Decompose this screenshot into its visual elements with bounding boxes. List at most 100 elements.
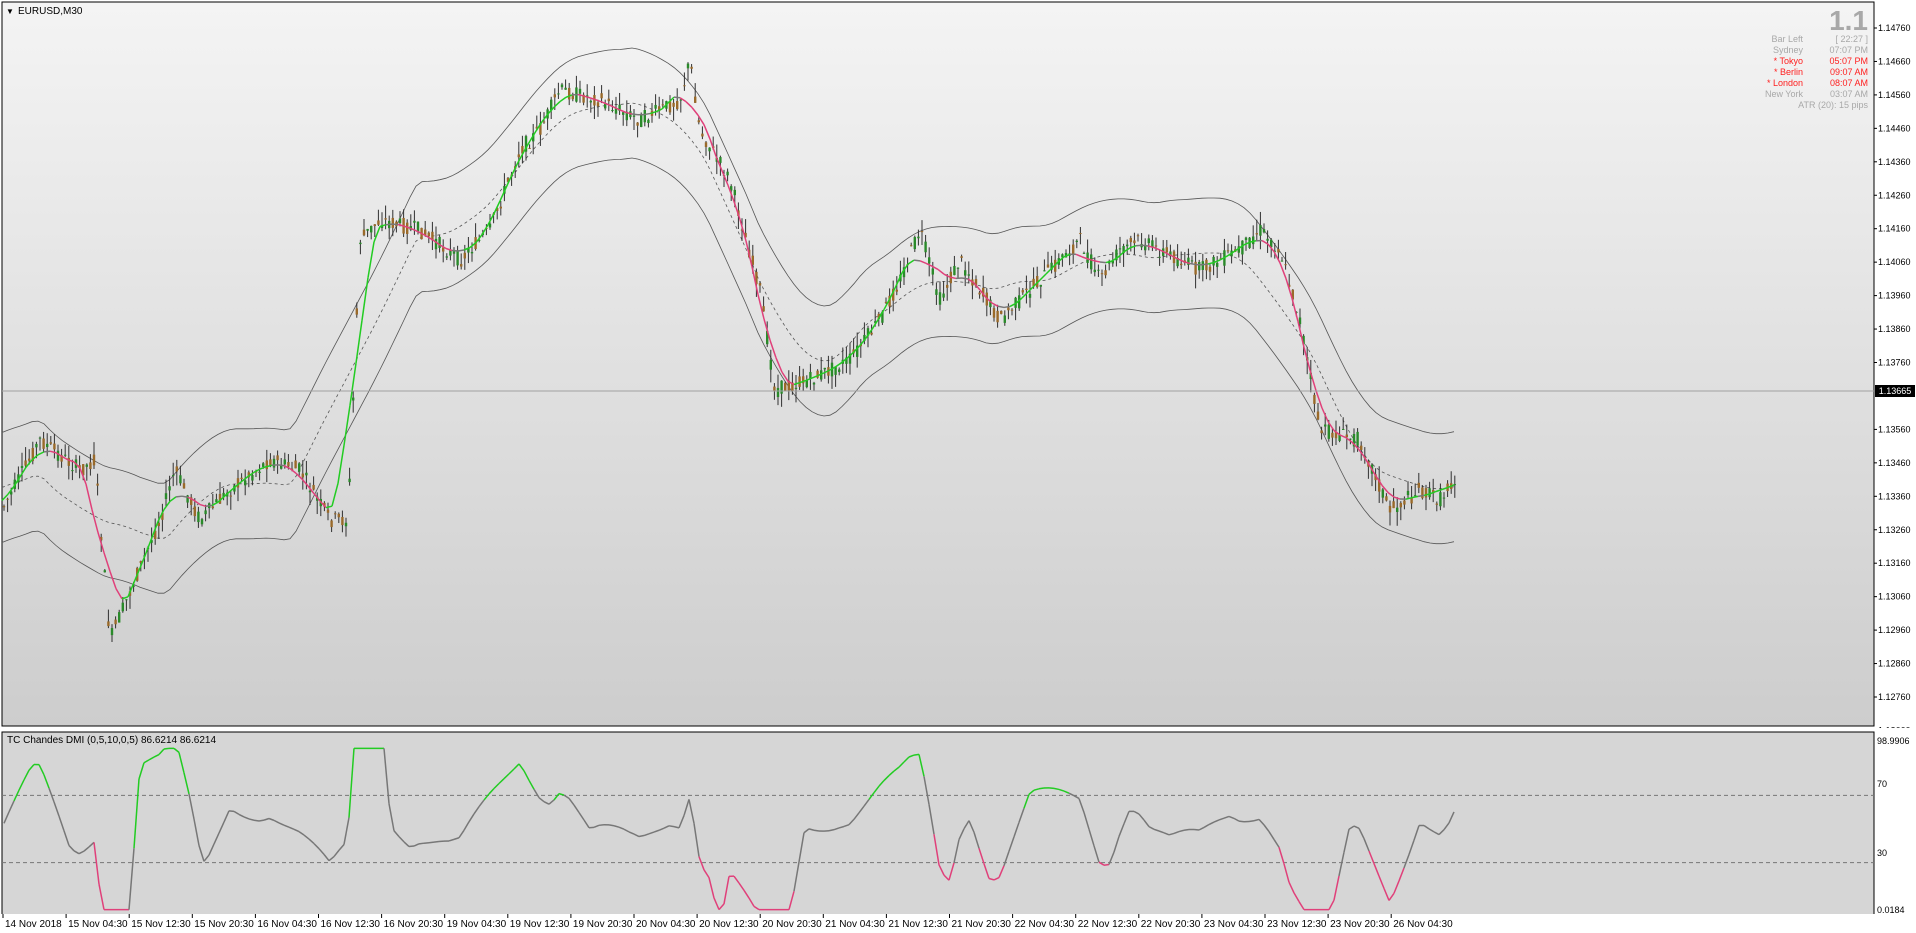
candle-body (809, 371, 812, 379)
time-axis-label: 19 Nov 04:30 (447, 919, 507, 930)
candle-body (46, 443, 49, 448)
indicator-scale-top: 98.9906 (1877, 736, 1910, 746)
session-name: * Berlin (1774, 67, 1803, 77)
candle-body (996, 310, 999, 323)
chart-background (1, 1, 1875, 727)
candle-body (1129, 237, 1132, 243)
candle-body (460, 264, 463, 267)
candle-body (697, 120, 700, 123)
candle-body (870, 332, 873, 335)
candle-body (359, 242, 362, 245)
candle-body (632, 115, 636, 117)
candle-body (636, 122, 639, 126)
candle-body (103, 570, 106, 573)
price-axis-label: 1.14160 (1878, 224, 1911, 234)
symbol-title: EURUSD,M30 (18, 6, 83, 17)
candle-body (683, 85, 686, 87)
candle-body (589, 100, 592, 103)
candle-body (992, 308, 996, 318)
candle-body (294, 460, 297, 469)
time-axis-label: 26 Nov 04:30 (1393, 919, 1453, 930)
session-name: Sydney (1773, 45, 1804, 55)
candle-body (71, 470, 74, 472)
session-name: Bar Left (1771, 34, 1803, 44)
chart-window[interactable]: 1.14760 1.14660 1.14560 1.14460 1.14360 1.142… (0, 0, 1916, 933)
time-axis-label: 21 Nov 12:30 (888, 919, 948, 930)
session-time: 05:07 PM (1829, 56, 1868, 66)
candle-body (1259, 225, 1262, 236)
candle-body (1277, 248, 1280, 253)
price-axis-label: 1.12760 (1878, 692, 1911, 702)
candle-body (1252, 236, 1255, 245)
candle-body (1262, 229, 1266, 233)
candle-body (463, 252, 466, 259)
candle-body (1442, 497, 1446, 499)
candle-body (967, 274, 970, 276)
candle-body (805, 380, 808, 388)
candle-body (1428, 488, 1431, 498)
candle-body (6, 498, 9, 500)
price-axis-label: 1.12660 (1878, 725, 1911, 728)
indicator-window[interactable]: TC Chandes DMI (0,5,10,0,5) 86.6214 86.6… (0, 731, 1916, 922)
candle-body (211, 506, 214, 509)
candle-body (1324, 424, 1327, 427)
time-axis-label: 20 Nov 04:30 (636, 919, 696, 930)
candle-body (1072, 244, 1075, 255)
price-axis-label: 1.14360 (1878, 157, 1911, 167)
candle-body (89, 462, 92, 470)
price-axis-label: 1.13960 (1878, 291, 1911, 301)
candle-body (308, 490, 312, 493)
session-time: 08:07 AM (1830, 78, 1868, 88)
price-axis-label: 1.12860 (1878, 659, 1911, 669)
candle-body (344, 522, 348, 527)
candle-body (1039, 284, 1042, 287)
indicator-axis-background (1874, 732, 1914, 918)
candle-body (373, 224, 376, 226)
candle-body (64, 454, 67, 456)
candle-body (1316, 411, 1320, 420)
time-axis-label: 19 Nov 12:30 (510, 919, 570, 930)
candle-body (938, 292, 942, 305)
candle-body (125, 599, 128, 601)
candle-body (1266, 238, 1269, 241)
candle-body (1216, 262, 1219, 267)
candle-body (85, 464, 88, 467)
candle-body (215, 499, 218, 503)
candle-body (1244, 237, 1248, 241)
trend-segment (1099, 261, 1107, 264)
candle-body (1255, 233, 1258, 235)
candle-body (427, 232, 430, 237)
time-axis-label: 22 Nov 04:30 (1015, 919, 1075, 930)
price-axis-label: 1.13360 (1878, 491, 1911, 501)
candle-body (1356, 431, 1359, 446)
candle-body (265, 460, 268, 470)
candle-body (182, 483, 186, 489)
symbol-menu[interactable]: ▼ EURUSD,M30 (6, 6, 83, 17)
candle-body (726, 171, 729, 176)
dmi-segment (1183, 828, 1190, 832)
candle-body (679, 99, 682, 101)
price-chart[interactable]: 1.14760 1.14660 1.14560 1.14460 1.14360 1.142… (0, 0, 1916, 728)
candle-body (352, 397, 355, 401)
candle-body (341, 516, 344, 526)
candle-body (1327, 424, 1330, 439)
time-axis-label: 22 Nov 12:30 (1078, 919, 1138, 930)
candle-body (1007, 307, 1010, 311)
trend-segment (181, 495, 189, 498)
candle-body (283, 459, 286, 465)
candle-body (823, 367, 826, 370)
candle-body (1417, 482, 1420, 488)
candle-body (1028, 293, 1032, 298)
candle-body (28, 458, 31, 461)
price-axis-label: 1.13460 (1878, 458, 1911, 468)
candle-body (643, 109, 646, 123)
chevron-down-icon[interactable]: ▼ (6, 7, 14, 16)
time-axis-label: 20 Nov 20:30 (762, 919, 822, 930)
trend-segment (1189, 262, 1197, 266)
trend-segment (205, 504, 213, 508)
price-axis-label: 1.14560 (1878, 90, 1911, 100)
candle-body (1284, 264, 1287, 266)
current-price-label: 1.13665 (1879, 386, 1912, 396)
session-time: 09:07 AM (1830, 67, 1868, 77)
candle-body (452, 251, 456, 254)
